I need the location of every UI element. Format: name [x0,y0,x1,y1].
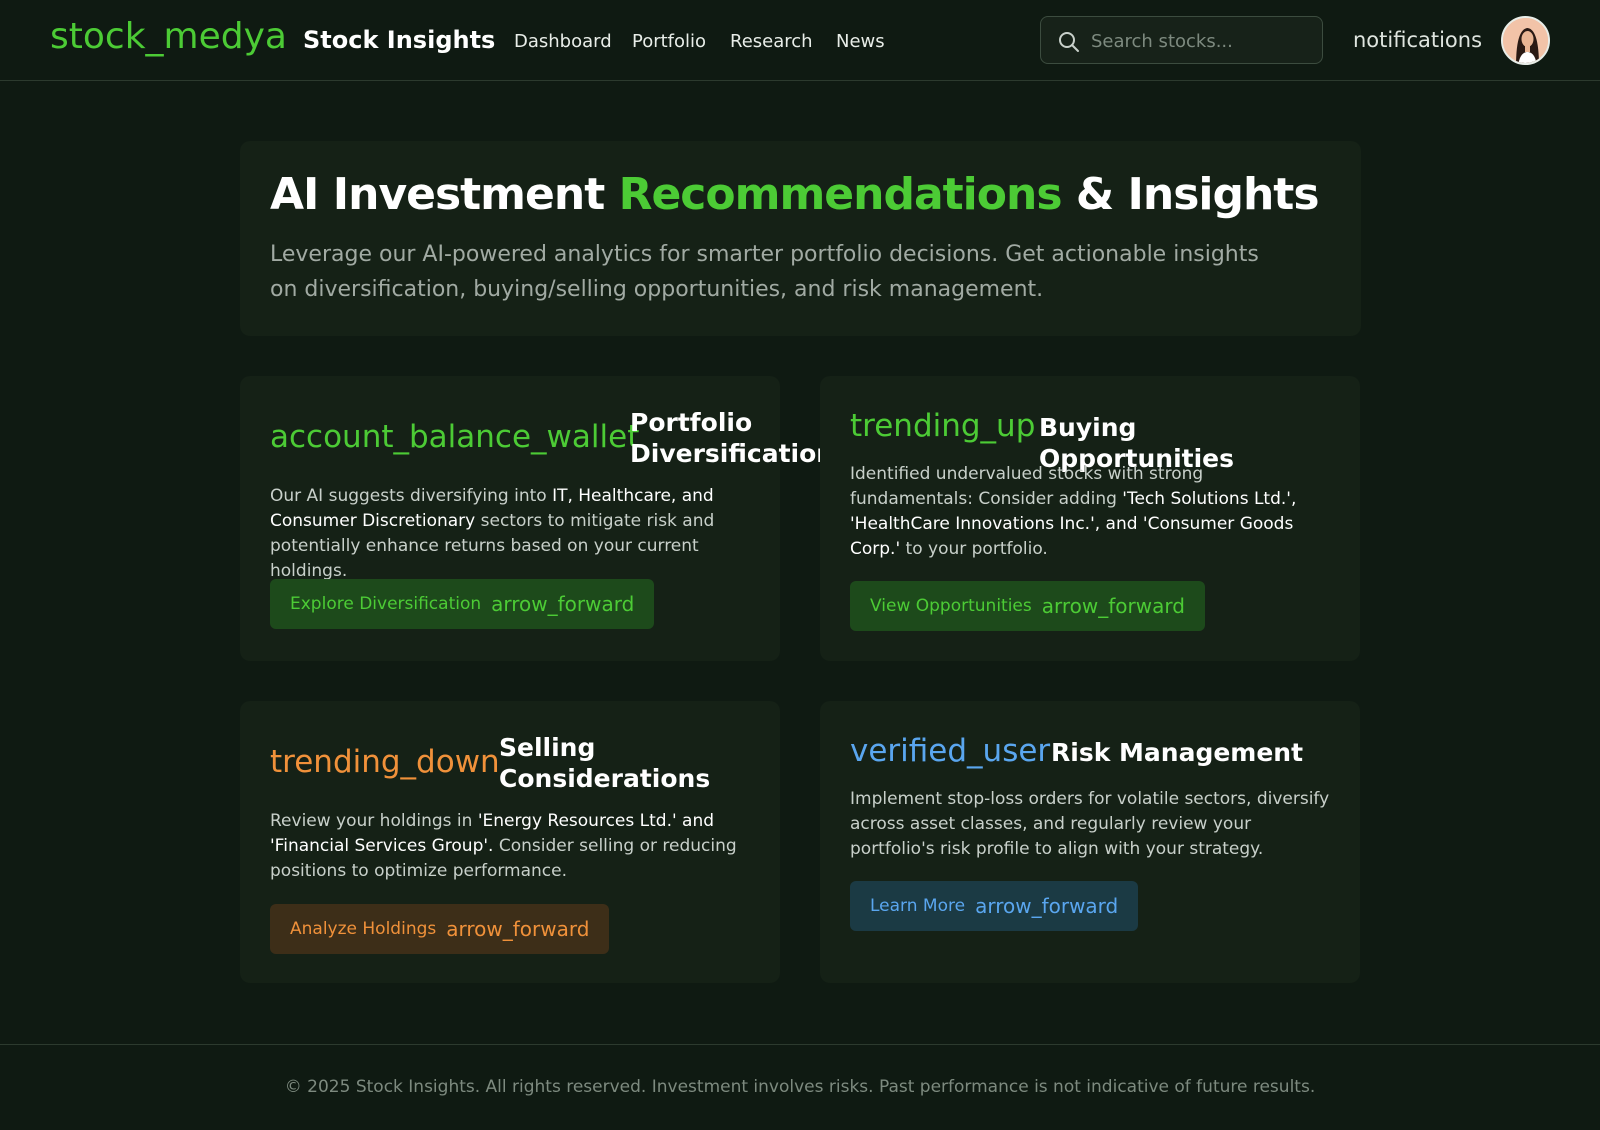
desc-text: to your portfolio. [900,539,1048,559]
button-label: View Opportunities [870,596,1032,616]
arrow-forward-icon: arrow_forward [975,894,1119,918]
desc-text: Implement stop-loss orders for volatile … [850,789,1330,859]
search-input[interactable] [1091,27,1311,55]
card-title: Portfolio Diversification [630,408,835,468]
user-avatar-icon [1503,18,1548,63]
logo[interactable]: stock_medya [50,16,287,57]
card-diversification: account_balance_wallet Portfolio Diversi… [240,376,834,661]
page-footer: © 2025 Stock Insights. All rights reserv… [0,1044,1600,1130]
trending-up-icon: trending_up [850,408,1036,444]
notifications-icon[interactable]: notifications [1353,28,1482,52]
nav-portfolio[interactable]: Portfolio [632,31,706,52]
top-header: stock_medya Stock Insights Dashboard Por… [0,0,1600,81]
arrow-forward-icon: arrow_forward [1041,594,1185,618]
analyze-holdings-button[interactable]: Analyze Holdings arrow_forward [270,904,610,954]
explore-diversification-button[interactable]: Explore Diversification arrow_forward [270,579,655,629]
wallet-icon: account_balance_wallet [270,419,640,455]
button-label: Explore Diversification [290,594,482,614]
learn-more-button[interactable]: Learn More arrow_forward [850,881,1139,931]
search-icon [1059,32,1079,52]
page-title: AI Investment Recommendations & Insights [270,169,1320,220]
card-title: Selling Considerations [499,733,711,793]
desc-text: Our AI suggests diversifying into [270,486,553,506]
avatar[interactable] [1501,16,1550,65]
button-label: Learn More [870,896,966,916]
verified-user-icon: verified_user [850,733,1051,769]
footer-text: © 2025 Stock Insights. All rights reserv… [284,1077,1316,1097]
brand-name[interactable]: Stock Insights [303,26,495,54]
page-subtitle: Leverage our AI-powered analytics for sm… [270,242,1259,302]
card-risk: verified_user Risk Management Implement … [820,701,1360,983]
card-description: Identified undervalued stocks with stron… [850,462,1330,562]
search-box[interactable] [1040,16,1323,64]
hero-section: AI Investment Recommendations & Insights… [240,141,1361,336]
view-opportunities-button[interactable]: View Opportunities arrow_forward [850,581,1205,631]
title-prefix: AI Investment [270,169,619,220]
card-title: Risk Management [1051,738,1304,767]
arrow-forward-icon: arrow_forward [446,917,590,941]
nav-research[interactable]: Research [730,31,813,52]
desc-text: Review your holdings in [270,811,478,831]
nav-dashboard[interactable]: Dashboard [514,31,612,52]
nav-news[interactable]: News [836,31,885,52]
title-accent: Recommendations [618,169,1063,220]
title-suffix: & Insights [1061,169,1320,220]
arrow-forward-icon: arrow_forward [491,592,635,616]
card-description: Review your holdings in 'Energy Resource… [270,809,750,884]
trending-down-icon: trending_down [270,744,500,780]
card-description: Our AI suggests diversifying into IT, He… [270,484,750,584]
button-label: Analyze Holdings [290,919,437,939]
card-buying: trending_up Buying Opportunities Identif… [820,376,1360,661]
card-selling: trending_down Selling Considerations Rev… [240,701,780,983]
card-description: Implement stop-loss orders for volatile … [850,787,1330,862]
